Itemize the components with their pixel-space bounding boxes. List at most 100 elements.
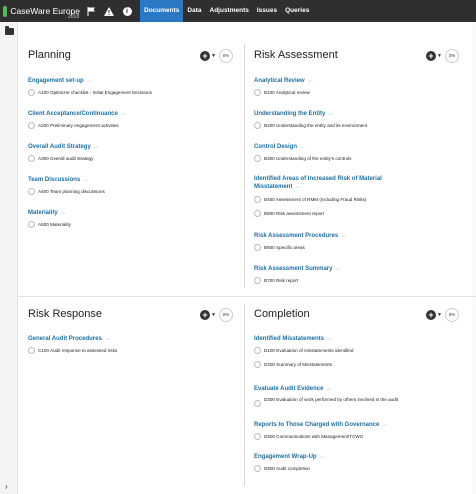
- collapse-icon: ︿: [307, 78, 313, 84]
- collapse-icon: ︿: [104, 336, 110, 342]
- column-divider-bottom: [244, 304, 245, 486]
- collapse-icon: ︿: [93, 144, 99, 150]
- tab-issues[interactable]: Issues: [253, 0, 281, 22]
- status-radio[interactable]: [254, 155, 261, 162]
- column-divider-top: [244, 44, 245, 288]
- caret-down-icon[interactable]: ▼: [211, 312, 216, 318]
- group-title[interactable]: Risk Assessment Procedures ︿: [254, 232, 347, 240]
- group-title[interactable]: Materiality ︿: [28, 209, 71, 217]
- group-title[interactable]: Reports to Those Charged with Governance…: [254, 421, 387, 429]
- group: Analytical Review ︿ B100 Analytical revie…: [254, 77, 313, 96]
- panel-controls: + ▼ 0%: [200, 49, 233, 63]
- group-title[interactable]: Engagement set-up ︿: [28, 77, 152, 85]
- document-item[interactable]: D300 Evaluation of work performed by oth…: [254, 397, 414, 407]
- group-title[interactable]: Risk Assessment Summary ︿: [254, 265, 341, 273]
- group-title[interactable]: Evaluate Audit Evidence ︿: [254, 385, 414, 393]
- status-radio[interactable]: [28, 155, 35, 162]
- panel-title: Completion: [254, 308, 310, 320]
- status-radio[interactable]: [254, 196, 261, 203]
- group-title[interactable]: Engagement Wrap-Up ︿: [254, 453, 325, 461]
- status-radio[interactable]: [28, 89, 35, 96]
- group: Engagement set-up ︿ A100 Optimizer checkl…: [28, 77, 152, 96]
- document-item[interactable]: B400 Assessment of RMM (including Fraud …: [254, 196, 394, 203]
- group-title[interactable]: Understanding the Entity ︿: [254, 110, 367, 118]
- status-radio[interactable]: [28, 221, 35, 228]
- panel-risk-assessment: Risk Assessment + ▼ 0% Analytical Review…: [254, 49, 460, 289]
- chevron-right-icon[interactable]: ›: [5, 482, 8, 491]
- group: Evaluate Audit Evidence ︿ D300 Evaluation…: [254, 385, 414, 407]
- document-item[interactable]: B300 Understanding of the entity's contr…: [254, 155, 351, 162]
- document-item[interactable]: B700 Risk report: [254, 277, 341, 284]
- document-item[interactable]: A300 Overall audit strategy: [28, 155, 99, 162]
- document-item[interactable]: D600 Audit completion: [254, 465, 325, 472]
- status-radio[interactable]: [254, 361, 261, 368]
- status-radio[interactable]: [254, 210, 261, 217]
- app-brand[interactable]: CaseWare Europe 2018: [0, 0, 80, 22]
- caret-down-icon[interactable]: ▼: [437, 53, 442, 59]
- collapse-icon: ︿: [86, 78, 92, 84]
- status-radio[interactable]: [254, 433, 261, 440]
- warning-icon[interactable]: [102, 0, 116, 22]
- document-item[interactable]: A500 Materiality: [28, 221, 71, 228]
- caret-down-icon[interactable]: ▼: [211, 53, 216, 59]
- status-radio[interactable]: [254, 400, 261, 407]
- status-radio[interactable]: [254, 347, 261, 354]
- collapse-icon: ︿: [295, 184, 301, 190]
- folder-icon[interactable]: [5, 26, 14, 35]
- caret-down-icon[interactable]: ▼: [437, 312, 442, 318]
- info-icon[interactable]: i: [120, 0, 134, 22]
- document-item[interactable]: D500 Communications with Management/TCWG: [254, 433, 387, 440]
- document-item[interactable]: B100 Analytical review: [254, 89, 313, 96]
- add-document-button[interactable]: +: [200, 310, 210, 320]
- document-item[interactable]: A200 Preliminary engagement activities: [28, 122, 126, 129]
- add-document-button[interactable]: +: [200, 51, 210, 61]
- document-item[interactable]: A100 Optimizer checklist - Initial Engag…: [28, 89, 152, 96]
- add-document-button[interactable]: +: [426, 51, 436, 61]
- group-title[interactable]: Identified Misstatements ︿: [254, 335, 353, 343]
- group-title[interactable]: Identified Areas of Increased Risk of Ma…: [254, 175, 394, 191]
- group: Team Discussions ︿ A400 Team planning dis…: [28, 176, 105, 195]
- group-title[interactable]: Overall Audit Strategy ︿: [28, 143, 99, 151]
- group: Identified Misstatements ︿ D100 Evaluatio…: [254, 335, 353, 368]
- tab-data[interactable]: Data: [183, 0, 205, 22]
- panel-controls: + ▼ 0%: [200, 308, 233, 322]
- group-title[interactable]: General Audit Procedures ︿: [28, 335, 117, 343]
- document-item[interactable]: A400 Team planning discussions: [28, 188, 105, 195]
- status-radio[interactable]: [254, 277, 261, 284]
- document-item[interactable]: D200 Summary of Misstatements: [254, 361, 353, 368]
- group-title[interactable]: Control Design ︿: [254, 143, 351, 151]
- tab-documents[interactable]: Documents: [140, 0, 184, 22]
- document-item[interactable]: D100 Evaluation of misstatements identif…: [254, 347, 353, 354]
- group: Control Design ︿ B300 Understanding of th…: [254, 143, 351, 162]
- tab-adjustments[interactable]: Adjustments: [206, 0, 253, 22]
- document-item[interactable]: B500 Risk assessment report: [254, 210, 394, 217]
- group-title[interactable]: Client Acceptance/Continuance ︿: [28, 110, 126, 118]
- scrollbar[interactable]: [472, 22, 476, 494]
- status-radio[interactable]: [254, 89, 261, 96]
- group: Risk Assessment Procedures ︿ B600 Specifi…: [254, 232, 346, 251]
- group-title[interactable]: Team Discussions ︿: [28, 176, 105, 184]
- collapse-icon: ︿: [326, 386, 332, 392]
- add-document-button[interactable]: +: [426, 310, 436, 320]
- group: Engagement Wrap-Up ︿ D600 Audit completio…: [254, 453, 325, 472]
- flag-icon[interactable]: [84, 0, 98, 22]
- document-item[interactable]: C100 Audit response to assessed risks: [28, 347, 117, 354]
- document-item[interactable]: B600 Specific areas: [254, 244, 346, 251]
- panel-title: Planning: [28, 49, 71, 61]
- group-title[interactable]: Analytical Review ︿: [254, 77, 313, 85]
- status-radio[interactable]: [254, 465, 261, 472]
- progress-badge: 0%: [218, 49, 233, 63]
- status-radio[interactable]: [28, 122, 35, 129]
- group: Understanding the Entity ︿ B200 Understan…: [254, 110, 367, 129]
- status-radio[interactable]: [254, 122, 261, 129]
- group: Risk Assessment Summary ︿ B700 Risk repor…: [254, 265, 341, 284]
- progress-badge: 0%: [444, 49, 459, 63]
- collapse-icon: ︿: [60, 210, 66, 216]
- collapse-icon: ︿: [120, 111, 126, 117]
- status-radio[interactable]: [28, 188, 35, 195]
- collapse-icon: ︿: [341, 233, 347, 239]
- document-item[interactable]: B200 Understanding the entity and its en…: [254, 122, 367, 129]
- status-radio[interactable]: [28, 347, 35, 354]
- tab-queries[interactable]: Queries: [281, 0, 313, 22]
- status-radio[interactable]: [254, 244, 261, 251]
